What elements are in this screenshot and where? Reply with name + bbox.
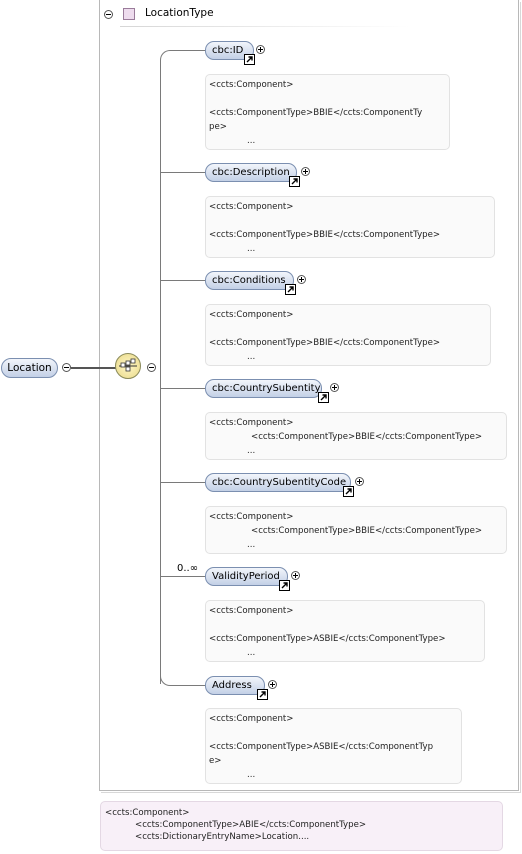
branch-line: [160, 576, 206, 577]
annotation-box: <ccts:Component> <ccts:ComponentType>ASB…: [205, 600, 485, 662]
element-cbc-countrysubentity[interactable]: cbc:CountrySubentity: [205, 379, 322, 398]
branch-bottom-curve: [160, 674, 206, 686]
branch-line: [160, 482, 206, 483]
annotation-box: <ccts:Component> <ccts:ComponentType>BBI…: [205, 196, 495, 258]
reference-arrow-icon: [318, 392, 329, 403]
reference-arrow-icon: [257, 689, 268, 700]
type-annotation-box: <ccts:Component> <ccts:ComponentType>ABI…: [100, 801, 503, 851]
reference-arrow-icon: [289, 176, 300, 187]
type-name: LocationType: [145, 7, 214, 19]
sequence-vertical-line: [160, 62, 161, 684]
annotation-box: <ccts:Component> <ccts:ComponentType>BBI…: [205, 74, 450, 150]
element-cbc-countrysubentitycode[interactable]: cbc:CountrySubentityCode: [205, 473, 351, 492]
reference-arrow-icon: [244, 54, 255, 65]
reference-arrow-icon: [343, 486, 354, 497]
root-connector: [71, 367, 116, 369]
expand-icon[interactable]: [256, 45, 265, 54]
annotation-box: <ccts:Component> <ccts:ComponentType>BBI…: [205, 412, 507, 460]
annotation-box: <ccts:Component> <ccts:ComponentType>BBI…: [205, 304, 491, 366]
element-address[interactable]: Address: [205, 676, 265, 695]
element-validityperiod[interactable]: ValidityPeriod: [205, 567, 288, 586]
expand-icon[interactable]: [297, 275, 306, 284]
reference-arrow-icon: [279, 580, 290, 591]
expand-icon[interactable]: [330, 383, 339, 392]
type-header-divider: [120, 26, 410, 27]
expand-icon[interactable]: [301, 167, 310, 176]
collapse-type-icon[interactable]: [104, 10, 113, 19]
branch-line: [160, 172, 206, 173]
branch-top-curve: [160, 50, 206, 62]
branch-line: [160, 388, 206, 389]
root-element-location[interactable]: Location: [1, 358, 58, 378]
element-cbc-conditions[interactable]: cbc:Conditions: [205, 271, 294, 290]
branch-line: [160, 280, 206, 281]
expand-icon[interactable]: [355, 477, 364, 486]
annotation-box: <ccts:Component> <ccts:ComponentType>ASB…: [205, 708, 462, 784]
element-cbc-description[interactable]: cbc:Description: [205, 163, 297, 182]
complex-type-icon: [123, 8, 135, 20]
reference-arrow-icon: [285, 284, 296, 295]
annotation-box: <ccts:Component> <ccts:ComponentType>BBI…: [205, 506, 507, 554]
collapse-root-icon[interactable]: [62, 363, 71, 372]
expand-icon[interactable]: [268, 680, 277, 689]
sequence-compositor-icon[interactable]: [115, 353, 141, 379]
expand-icon[interactable]: [291, 571, 300, 580]
cardinality-label: 0..∞: [177, 563, 199, 574]
collapse-sequence-icon[interactable]: [147, 363, 156, 372]
